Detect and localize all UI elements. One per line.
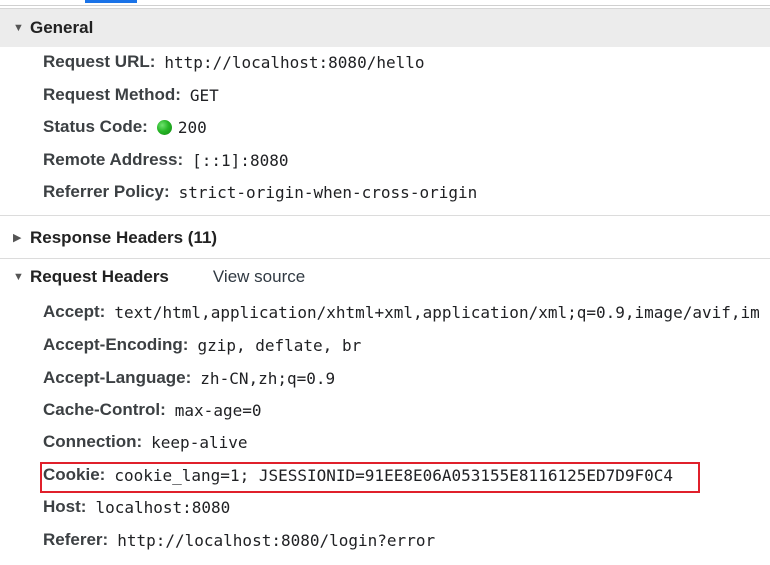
general-row-request-method: Request Method: GET xyxy=(43,81,219,109)
status-dot-icon xyxy=(156,119,172,135)
request-header-row-accept: Accept: text/html,application/xhtml+xml,… xyxy=(43,298,760,326)
caret-right-icon: ▶ xyxy=(13,231,22,244)
field-key: Accept-Encoding: xyxy=(43,335,189,354)
field-key: Accept: xyxy=(43,302,106,321)
request-header-row-accept-encoding: Accept-Encoding: gzip, deflate, br xyxy=(43,331,361,359)
caret-down-icon: ▼ xyxy=(13,21,24,34)
field-value: [::1]:8080 xyxy=(192,150,289,170)
request-header-row-referer: Referer: http://localhost:8080/login?err… xyxy=(43,526,435,554)
request-header-row-host: Host: localhost:8080 xyxy=(43,493,230,521)
general-row-request-url: Request URL: http://localhost:8080/hello xyxy=(43,48,425,76)
active-tab-indicator xyxy=(85,0,137,3)
field-value: gzip, deflate, br xyxy=(197,335,362,355)
request-headers-title: Request Headers xyxy=(30,267,169,286)
field-value: zh-CN,zh;q=0.9 xyxy=(200,368,336,388)
request-header-row-accept-language: Accept-Language: zh-CN,zh;q=0.9 xyxy=(43,364,335,392)
general-row-referrer-policy: Referrer Policy: strict-origin-when-cros… xyxy=(43,178,477,206)
field-key: Request Method: xyxy=(43,85,181,104)
field-key: Remote Address: xyxy=(43,150,184,169)
field-key: Connection: xyxy=(43,432,143,451)
field-key: Request URL: xyxy=(43,52,156,71)
cookie-highlight-box xyxy=(40,462,700,493)
field-key: Status Code: xyxy=(43,117,148,136)
field-key: Cache-Control: xyxy=(43,400,166,419)
request-headers-section-header[interactable]: ▼ Request Headers View source xyxy=(0,259,770,295)
general-section-header[interactable]: ▼ General xyxy=(0,8,770,47)
field-key: Host: xyxy=(43,497,87,516)
field-value: keep-alive xyxy=(151,432,248,452)
request-header-row-cache-control: Cache-Control: max-age=0 xyxy=(43,396,261,424)
field-value: 200 xyxy=(177,117,207,137)
caret-down-icon: ▼ xyxy=(13,270,24,283)
field-value: localhost:8080 xyxy=(95,497,231,517)
view-source-link[interactable]: View source xyxy=(213,267,305,287)
general-row-remote-address: Remote Address: [::1]:8080 xyxy=(43,146,288,174)
top-divider xyxy=(0,5,770,6)
field-value: http://localhost:8080/login?error xyxy=(117,530,436,550)
field-value: GET xyxy=(189,85,219,105)
field-value: strict-origin-when-cross-origin xyxy=(178,182,478,202)
section-divider xyxy=(0,215,770,216)
field-key: Referer: xyxy=(43,530,109,549)
field-value: text/html,application/xhtml+xml,applicat… xyxy=(114,302,760,322)
field-key: Referrer Policy: xyxy=(43,182,170,201)
response-headers-title: Response Headers (11) xyxy=(30,228,218,247)
network-headers-panel: ▼ General Request URL: http://localhost:… xyxy=(0,0,770,565)
field-value: http://localhost:8080/hello xyxy=(164,52,425,72)
request-header-row-connection: Connection: keep-alive xyxy=(43,428,247,456)
general-row-status-code: Status Code: 200 xyxy=(43,113,207,141)
field-key: Accept-Language: xyxy=(43,368,192,387)
field-value: max-age=0 xyxy=(174,400,262,420)
general-section-title: General xyxy=(30,18,94,37)
response-headers-section-header[interactable]: ▶ Response Headers (11) xyxy=(0,220,770,256)
